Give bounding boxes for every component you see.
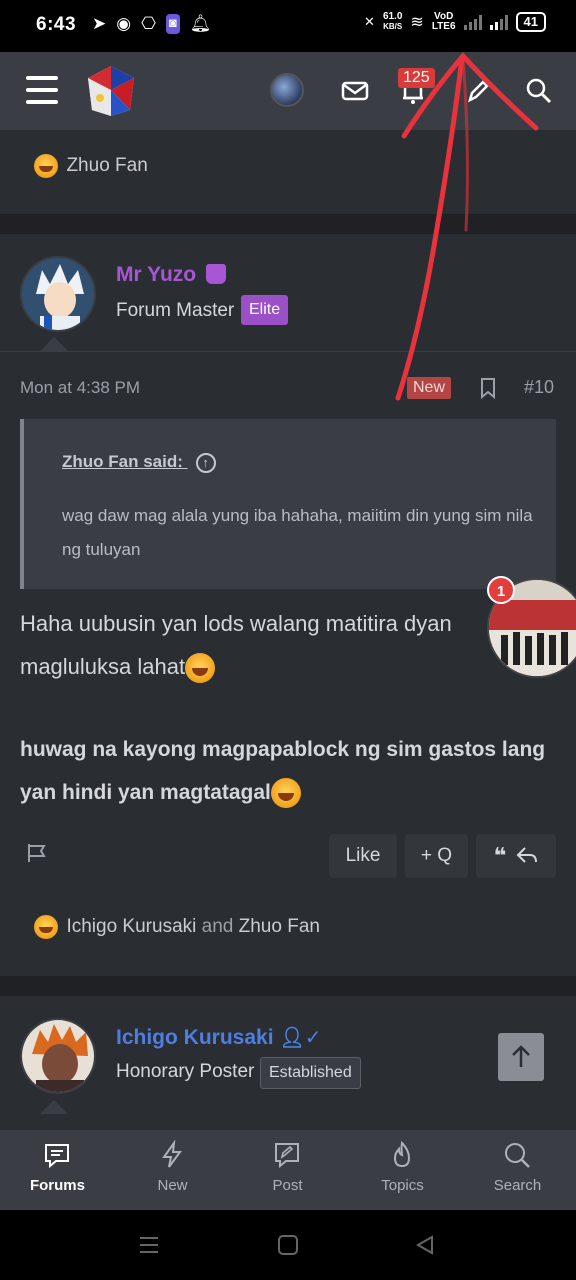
quote-icon: ❝: [493, 843, 507, 868]
nav-search[interactable]: Search: [460, 1130, 575, 1210]
volte-tag: VoD LTE6: [431, 11, 456, 32]
post-date[interactable]: Mon at 4:38 PM: [20, 378, 140, 398]
report-flag-icon[interactable]: [26, 842, 48, 864]
edit-icon[interactable]: [462, 76, 492, 106]
like-button[interactable]: Like: [329, 834, 397, 878]
divider: [0, 351, 576, 352]
nav-post[interactable]: Post: [230, 1130, 345, 1210]
status-bar: 6:43 ➤ ◉ ⎔ ◙ 🔔︎ ✕ 61.0 KB/S ≋ VoD LTE6 4…: [0, 0, 576, 52]
post-arrow: [40, 1100, 68, 1114]
system-nav-bar: [0, 1210, 576, 1280]
nav-topics[interactable]: Topics: [345, 1130, 460, 1210]
menu-icon[interactable]: [26, 76, 58, 104]
reaction-bar-previous: Zhuo Fan: [0, 130, 576, 214]
avatar[interactable]: [20, 1018, 96, 1094]
post-username[interactable]: Mr Yuzo: [116, 263, 226, 287]
reaction-names: Zhuo Fan: [66, 155, 148, 176]
game-icon: ◙: [165, 14, 180, 34]
mute-icon: ✕: [364, 14, 375, 29]
notification-count-badge: 125: [398, 68, 435, 88]
bookmark-icon[interactable]: [478, 377, 498, 399]
quote-reply-button[interactable]: ❝: [476, 834, 556, 878]
post-message: Haha uubusin yan lods walang matitira dy…: [20, 602, 520, 688]
new-badge: New: [407, 377, 452, 399]
home-icon[interactable]: [277, 1234, 299, 1256]
signal-icon-1: [463, 14, 482, 30]
app-icon: ⎔: [141, 14, 156, 33]
app-header: 125: [0, 52, 576, 130]
reply-icon: [517, 847, 538, 863]
post-arrow: [40, 337, 68, 351]
messenger-icon: ◉: [116, 14, 132, 33]
avatar[interactable]: [20, 256, 96, 332]
reaction-user[interactable]: Ichigo Kurusaki: [66, 916, 196, 937]
scroll-to-top-button[interactable]: [498, 1033, 544, 1081]
battery-indicator: 41: [515, 12, 546, 32]
signal-icon-2: [489, 14, 508, 30]
post-reaction-summary[interactable]: Ichigo Kurusaki and Zhuo Fan: [34, 915, 320, 939]
lightning-icon: [162, 1140, 182, 1168]
site-logo[interactable]: [84, 64, 138, 118]
bell-icon: 🔔︎: [189, 14, 212, 33]
search-icon[interactable]: [524, 76, 554, 106]
arrow-up-icon: [512, 1045, 530, 1067]
user-badge-established: Established: [260, 1057, 361, 1089]
recents-icon[interactable]: [138, 1234, 160, 1256]
laughing-emoji-icon: [185, 653, 216, 684]
post-number[interactable]: #10: [524, 377, 554, 398]
post-separator: [0, 976, 576, 996]
status-time: 6:43: [36, 14, 77, 35]
user-badge-elite: Elite: [241, 295, 289, 325]
quote-text: wag daw mag alala yung iba hahaha, maiit…: [62, 506, 533, 559]
chat-head-count-badge: 1: [487, 576, 515, 604]
nav-forums[interactable]: Forums: [0, 1130, 115, 1210]
user-avatar[interactable]: [270, 73, 304, 107]
quote-author[interactable]: Zhuo Fan said: ↑: [62, 452, 216, 473]
laughing-emoji-icon: [270, 778, 301, 809]
forums-icon: [45, 1144, 69, 1169]
status-notification-icons: ➤ ◉ ⎔ ◙ 🔔︎: [92, 14, 211, 34]
post-message-bold: huwag na kayong magpapablock ng sim gast…: [20, 728, 550, 814]
multi-quote-button[interactable]: + Q: [405, 834, 468, 878]
post-user-title: Honorary Poster: [116, 1061, 255, 1082]
wifi-icon: ≋: [410, 14, 424, 31]
mail-icon[interactable]: [340, 76, 370, 106]
status-system-icons: ✕ 61.0 KB/S ≋ VoD LTE6 41: [364, 12, 546, 32]
post-user-title: Forum Master: [116, 300, 235, 321]
reaction-user[interactable]: Zhuo Fan: [239, 916, 320, 937]
post-icon: [275, 1143, 299, 1169]
detective-icon: [205, 264, 226, 284]
flame-icon: [393, 1140, 411, 1168]
arrow-up-circle-icon[interactable]: ↑: [195, 453, 216, 473]
post-separator: [0, 214, 576, 234]
laughing-emoji-icon: [34, 915, 58, 939]
laughing-emoji-icon: [34, 154, 58, 178]
back-icon[interactable]: [414, 1234, 436, 1256]
bottom-nav: Forums New Post Topics Search: [0, 1130, 576, 1210]
telegram-icon: ➤: [92, 14, 107, 33]
search-icon: [505, 1143, 530, 1168]
network-speed: 61.0 KB/S: [382, 11, 403, 32]
quote-block: Zhuo Fan said: ↑ wag daw mag alala yung …: [20, 419, 556, 589]
post-username[interactable]: Ichigo Kurusaki 👤︎✓: [116, 1025, 322, 1050]
nav-new[interactable]: New: [115, 1130, 230, 1210]
reaction-summary[interactable]: Zhuo Fan: [34, 154, 148, 178]
verified-user-icon: 👤︎✓: [279, 1027, 322, 1049]
